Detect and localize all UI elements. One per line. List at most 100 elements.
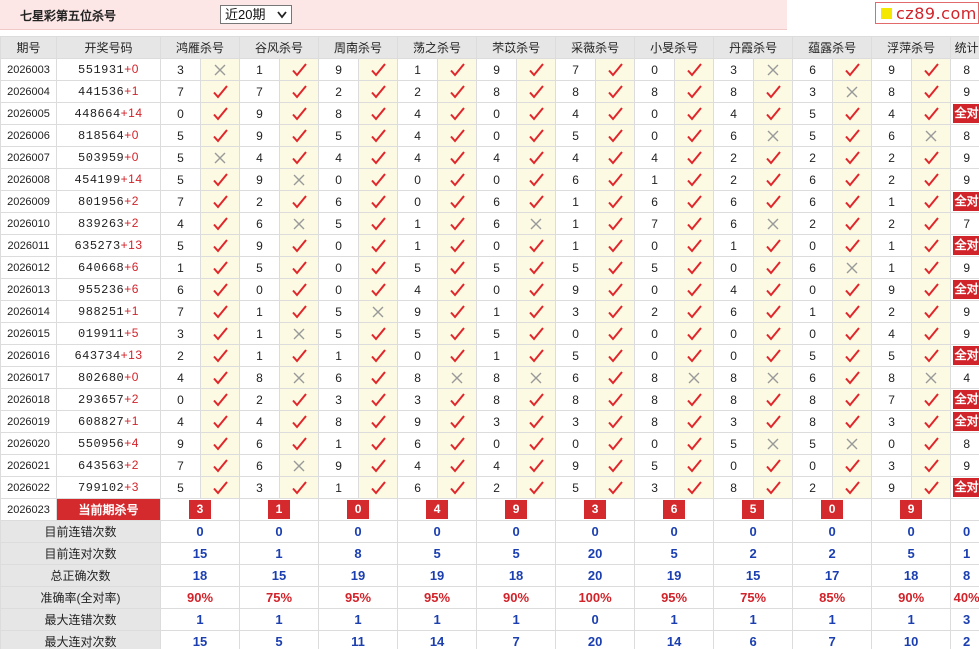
check-icon xyxy=(292,480,307,495)
summary-value: 85% xyxy=(792,586,873,609)
summary-value: 19 xyxy=(318,564,399,587)
issue-number: 2026006 xyxy=(0,124,57,147)
result-mark xyxy=(199,300,241,323)
row-stat: 8 xyxy=(950,58,979,81)
current-kill-cell: 0 xyxy=(792,498,873,521)
kill-number: 4 xyxy=(555,102,597,125)
draw-sum-offset: +6 xyxy=(124,260,139,274)
result-mark xyxy=(753,80,794,103)
kill-number: 5 xyxy=(871,344,913,367)
result-mark xyxy=(437,124,478,147)
result-mark xyxy=(279,410,320,433)
result-mark xyxy=(595,58,636,81)
kill-number: 6 xyxy=(792,256,834,279)
summary-value: 0 xyxy=(871,520,952,543)
period-select[interactable]: 近20期 xyxy=(220,5,292,24)
check-icon xyxy=(608,370,623,385)
result-mark xyxy=(437,212,478,235)
result-mark xyxy=(674,432,715,455)
result-mark xyxy=(753,432,794,455)
summary-value: 90% xyxy=(159,586,241,609)
check-icon xyxy=(292,62,307,77)
site-logo[interactable]: cz89.com xyxy=(875,2,979,24)
kill-number: 2 xyxy=(397,80,439,103)
kill-number: 4 xyxy=(397,454,439,477)
check-icon xyxy=(608,238,623,253)
kill-number: 1 xyxy=(555,190,597,213)
draw-sum-offset: +0 xyxy=(124,150,139,164)
check-icon xyxy=(213,260,228,275)
kill-number: 0 xyxy=(160,102,201,125)
logo-square-icon xyxy=(881,8,892,19)
result-mark xyxy=(753,300,794,323)
result-mark xyxy=(358,190,399,213)
kill-number: 0 xyxy=(634,278,676,301)
draw-numbers: 293657+2 xyxy=(56,388,161,411)
result-mark xyxy=(674,476,715,499)
result-mark xyxy=(358,146,399,169)
check-icon xyxy=(924,62,939,77)
check-icon xyxy=(608,260,623,275)
result-mark xyxy=(832,300,873,323)
kill-number: 2 xyxy=(792,476,834,499)
check-icon xyxy=(608,282,623,297)
kill-number: 0 xyxy=(397,190,439,213)
table-row: 2026014 988251+1 7 1 5 9 1 3 2 6 1 2 9 xyxy=(0,300,979,323)
current-kill-number: 3 xyxy=(584,500,607,519)
check-icon xyxy=(687,348,702,363)
result-mark xyxy=(674,454,715,477)
row-stat: 9 xyxy=(950,80,979,103)
result-mark xyxy=(674,80,715,103)
check-icon xyxy=(450,128,465,143)
kill-number: 6 xyxy=(476,212,518,235)
kill-number: 3 xyxy=(792,80,834,103)
kill-number: 8 xyxy=(634,80,676,103)
summary-value: 0 xyxy=(950,520,979,543)
summary-value: 75% xyxy=(239,586,320,609)
kill-number: 3 xyxy=(713,410,755,433)
column-header: 期号 xyxy=(0,36,57,59)
result-mark xyxy=(279,344,320,367)
summary-value: 7 xyxy=(792,630,873,649)
column-header: 开奖号码 xyxy=(56,36,161,59)
draw-sum-offset: +1 xyxy=(124,414,139,428)
kill-number: 4 xyxy=(476,454,518,477)
result-mark xyxy=(279,322,320,345)
result-mark xyxy=(595,388,636,411)
result-mark xyxy=(199,102,241,125)
issue-number: 2026013 xyxy=(0,278,57,301)
issue-number: 2026007 xyxy=(0,146,57,169)
result-mark xyxy=(832,234,873,257)
result-mark xyxy=(437,80,478,103)
result-mark xyxy=(516,454,557,477)
result-mark xyxy=(437,344,478,367)
kill-number: 9 xyxy=(397,300,439,323)
summary-value: 1 xyxy=(239,542,320,565)
draw-numbers: 955236+6 xyxy=(56,278,161,301)
cross-icon xyxy=(767,438,779,449)
check-icon xyxy=(924,216,939,231)
check-icon xyxy=(924,106,939,121)
result-mark xyxy=(911,300,952,323)
result-mark xyxy=(279,58,320,81)
draw-sum-offset: +1 xyxy=(124,84,139,98)
draw-digits: 019911 xyxy=(78,327,125,341)
all-correct-badge: 全对 xyxy=(952,236,979,255)
draw-numbers: 454199+14 xyxy=(56,168,161,191)
draw-numbers: 802680+0 xyxy=(56,366,161,389)
check-icon xyxy=(371,436,386,451)
result-mark xyxy=(832,102,873,125)
all-correct-badge: 全对 xyxy=(952,478,979,497)
kill-number: 1 xyxy=(318,432,360,455)
draw-sum-offset: +14 xyxy=(120,106,143,120)
summary-value: 100% xyxy=(555,586,636,609)
summary-value: 2 xyxy=(792,542,873,565)
draw-numbers: 635273+13 xyxy=(56,234,161,257)
draw-sum-offset: +2 xyxy=(124,194,139,208)
draw-numbers: 988251+1 xyxy=(56,300,161,323)
result-mark xyxy=(199,212,241,235)
check-icon xyxy=(371,84,386,99)
row-stat: 9 xyxy=(950,146,979,169)
result-mark xyxy=(199,256,241,279)
table-row: 2026003 551931+0 3 1 9 1 9 7 0 3 6 9 8 xyxy=(0,58,979,81)
